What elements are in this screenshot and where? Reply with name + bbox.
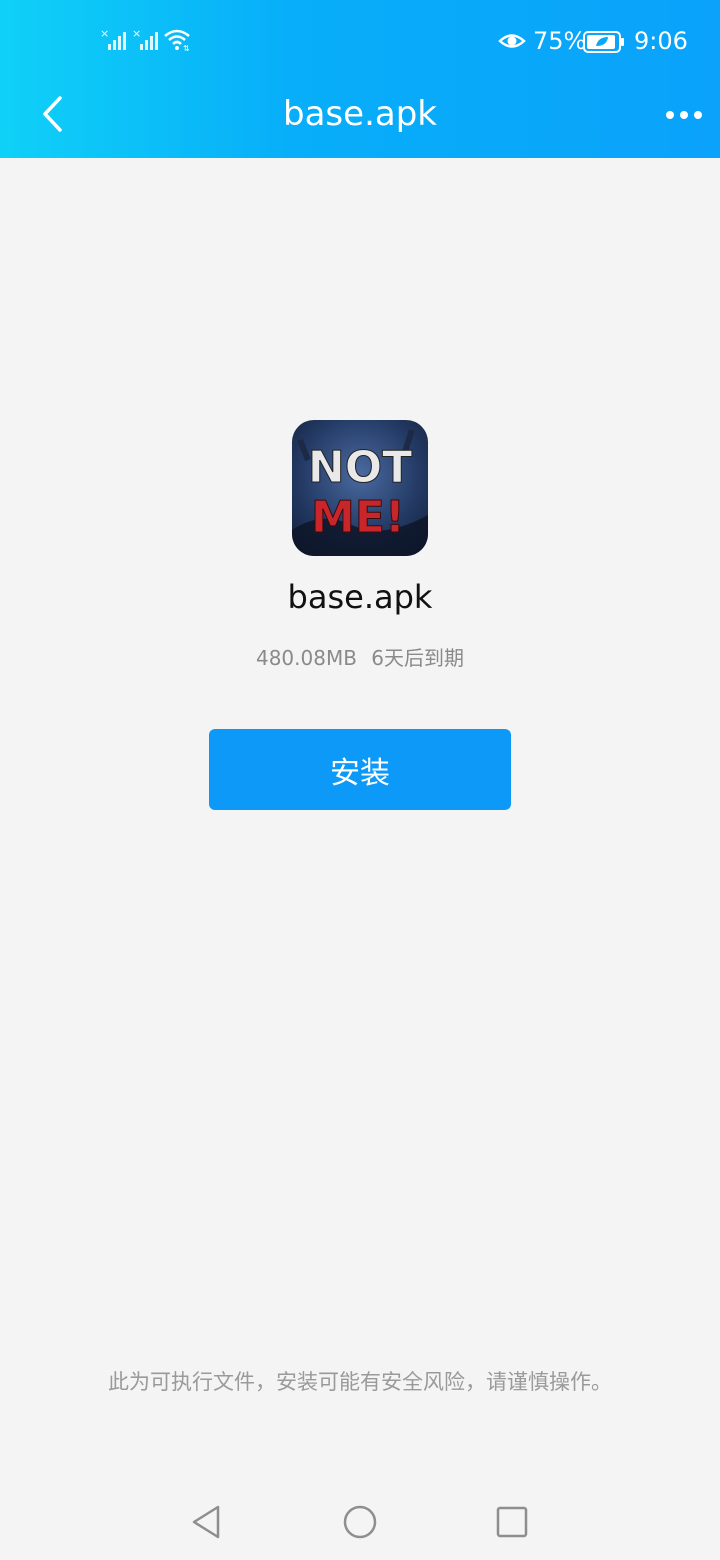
nav-recent-button[interactable] bbox=[490, 1500, 534, 1544]
security-warning: 此为可执行文件，安装可能有安全风险，请谨慎操作。 bbox=[108, 1370, 612, 1394]
svg-text:⇅: ⇅ bbox=[183, 44, 190, 52]
status-bar: × × ⇅ 75% 9:06 bbox=[0, 0, 720, 80]
title-bar: base.apk bbox=[0, 80, 720, 158]
svg-text:×: × bbox=[132, 28, 141, 40]
battery-icon bbox=[583, 31, 624, 53]
svg-text:NOT: NOT bbox=[308, 442, 412, 493]
more-horizontal-icon bbox=[666, 111, 702, 119]
svg-text:×: × bbox=[100, 28, 109, 40]
wifi-icon: ⇅ bbox=[164, 29, 190, 52]
triangle-back-icon bbox=[192, 1505, 220, 1539]
nav-back-button[interactable] bbox=[184, 1500, 228, 1544]
app-header: × × ⇅ 75% 9:06 base.apk bbox=[0, 0, 720, 158]
clock: 9:06 bbox=[634, 27, 688, 55]
nav-home-button[interactable] bbox=[338, 1500, 382, 1544]
signal-icon: × bbox=[132, 28, 158, 50]
page-title: base.apk bbox=[283, 94, 437, 134]
eye-icon bbox=[498, 34, 526, 48]
battery-percent: 75% bbox=[533, 27, 587, 55]
file-size: 480.08MB bbox=[255, 646, 357, 670]
svg-text:ME!: ME! bbox=[311, 492, 405, 543]
signal-icon: × bbox=[100, 28, 126, 50]
app-icon: NOT ME! bbox=[292, 420, 428, 556]
install-button[interactable]: 安装 bbox=[209, 729, 511, 810]
file-meta: 480.08MB 6天后到期 bbox=[0, 642, 720, 671]
more-options-button[interactable] bbox=[660, 98, 708, 132]
file-expiry: 6天后到期 bbox=[371, 646, 465, 670]
system-nav-bar bbox=[0, 1480, 720, 1560]
circle-home-icon bbox=[343, 1505, 377, 1539]
square-recents-icon bbox=[496, 1506, 528, 1538]
file-name: base.apk bbox=[287, 578, 433, 616]
